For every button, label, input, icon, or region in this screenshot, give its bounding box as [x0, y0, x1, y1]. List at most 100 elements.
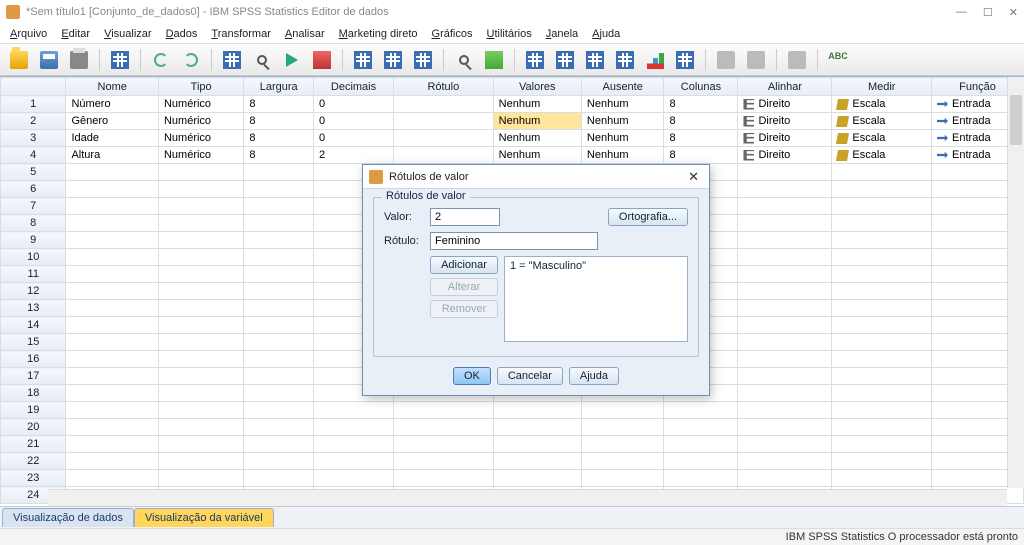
- cell-empty[interactable]: [581, 419, 664, 436]
- table-row[interactable]: 2GêneroNumérico80NenhumNenhum8DireitoEsc…: [1, 113, 1024, 130]
- cell-empty[interactable]: [314, 402, 394, 419]
- cell-tipo[interactable]: Numérico: [158, 96, 243, 113]
- rotulo-input[interactable]: [430, 232, 598, 250]
- col-rótulo[interactable]: Rótulo: [394, 78, 494, 96]
- cell-empty[interactable]: [738, 470, 832, 487]
- cell-empty[interactable]: [66, 198, 159, 215]
- maximize-button[interactable]: ☐: [983, 6, 993, 19]
- row-header[interactable]: 5: [1, 164, 66, 181]
- cell-empty[interactable]: [66, 300, 159, 317]
- add-button[interactable]: Adicionar: [430, 256, 498, 274]
- cell-empty[interactable]: [244, 300, 314, 317]
- cell-empty[interactable]: [832, 164, 932, 181]
- table-row-empty[interactable]: 21: [1, 436, 1024, 453]
- cell-empty[interactable]: [738, 368, 832, 385]
- cell-empty[interactable]: [832, 215, 932, 232]
- cell-empty[interactable]: [244, 181, 314, 198]
- spellcheck-button[interactable]: Ortografia...: [608, 208, 688, 226]
- cell-rotulo[interactable]: [394, 96, 494, 113]
- cell-nome[interactable]: Número: [66, 96, 159, 113]
- menu-arquivo[interactable]: Arquivo: [4, 26, 53, 42]
- cell-empty[interactable]: [664, 419, 738, 436]
- toolbar-grid-button[interactable]: [380, 47, 406, 73]
- cell-empty[interactable]: [158, 334, 243, 351]
- row-header[interactable]: 10: [1, 249, 66, 266]
- cell-empty[interactable]: [244, 232, 314, 249]
- col-largura[interactable]: Largura: [244, 78, 314, 96]
- cell-empty[interactable]: [832, 453, 932, 470]
- cell-empty[interactable]: [314, 470, 394, 487]
- cell-medir[interactable]: Escala: [832, 147, 932, 164]
- cell-empty[interactable]: [581, 453, 664, 470]
- close-button[interactable]: ✕: [1009, 6, 1018, 19]
- cell-empty[interactable]: [66, 453, 159, 470]
- toolbar-generic-button[interactable]: [743, 47, 769, 73]
- toolbar-chart-button[interactable]: [642, 47, 668, 73]
- cell-alinhar[interactable]: Direito: [738, 130, 832, 147]
- toolbar-grid-button[interactable]: [522, 47, 548, 73]
- cell-tipo[interactable]: Numérico: [158, 113, 243, 130]
- col-colunas[interactable]: Colunas: [664, 78, 738, 96]
- row-header[interactable]: 21: [1, 436, 66, 453]
- menu-gráficos[interactable]: Gráficos: [426, 26, 479, 42]
- toolbar-generic-button[interactable]: [713, 47, 739, 73]
- col-decimais[interactable]: Decimais: [314, 78, 394, 96]
- menu-analisar[interactable]: Analisar: [279, 26, 331, 42]
- cell-empty[interactable]: [66, 419, 159, 436]
- cell-empty[interactable]: [314, 453, 394, 470]
- cell-empty[interactable]: [738, 419, 832, 436]
- cell-empty[interactable]: [738, 181, 832, 198]
- cell-empty[interactable]: [244, 266, 314, 283]
- toolbar-abc-button[interactable]: ABC: [825, 47, 851, 73]
- ok-button[interactable]: OK: [453, 367, 491, 385]
- cell-empty[interactable]: [66, 436, 159, 453]
- cell-rotulo[interactable]: [394, 130, 494, 147]
- cell-empty[interactable]: [244, 470, 314, 487]
- row-header[interactable]: 1: [1, 96, 66, 113]
- cell-empty[interactable]: [66, 181, 159, 198]
- cell-ausente[interactable]: Nenhum: [581, 96, 664, 113]
- cell-empty[interactable]: [394, 419, 494, 436]
- row-header[interactable]: 7: [1, 198, 66, 215]
- cell-empty[interactable]: [244, 402, 314, 419]
- row-header[interactable]: 4: [1, 147, 66, 164]
- labels-listbox[interactable]: 1 = "Masculino": [504, 256, 688, 342]
- toolbar-grid-button[interactable]: [672, 47, 698, 73]
- cell-empty[interactable]: [832, 181, 932, 198]
- minimize-button[interactable]: —: [956, 6, 967, 19]
- col-valores[interactable]: Valores: [493, 78, 581, 96]
- cell-decimais[interactable]: 0: [314, 130, 394, 147]
- cell-colunas[interactable]: 8: [664, 96, 738, 113]
- row-header[interactable]: 12: [1, 283, 66, 300]
- cell-empty[interactable]: [66, 215, 159, 232]
- menu-marketing-direto[interactable]: Marketing direto: [333, 26, 424, 42]
- menu-janela[interactable]: Janela: [540, 26, 584, 42]
- valor-input[interactable]: [430, 208, 500, 226]
- toolbar-grid-button[interactable]: [612, 47, 638, 73]
- row-header[interactable]: 8: [1, 215, 66, 232]
- table-row-empty[interactable]: 19: [1, 402, 1024, 419]
- cell-empty[interactable]: [66, 164, 159, 181]
- tab-variable-view[interactable]: Visualização da variável: [134, 508, 274, 527]
- list-item[interactable]: 1 = "Masculino": [510, 260, 682, 272]
- cell-empty[interactable]: [244, 351, 314, 368]
- cell-medir[interactable]: Escala: [832, 130, 932, 147]
- cell-empty[interactable]: [738, 436, 832, 453]
- toolbar-red-button[interactable]: [309, 47, 335, 73]
- toolbar-grid-button[interactable]: [410, 47, 436, 73]
- cell-empty[interactable]: [158, 402, 243, 419]
- cell-empty[interactable]: [244, 419, 314, 436]
- cell-empty[interactable]: [832, 317, 932, 334]
- cell-colunas[interactable]: 8: [664, 130, 738, 147]
- cell-empty[interactable]: [664, 402, 738, 419]
- cell-empty[interactable]: [394, 436, 494, 453]
- row-header[interactable]: 11: [1, 266, 66, 283]
- cell-empty[interactable]: [832, 419, 932, 436]
- cell-empty[interactable]: [244, 436, 314, 453]
- row-header[interactable]: 22: [1, 453, 66, 470]
- cell-colunas[interactable]: 8: [664, 113, 738, 130]
- row-header[interactable]: 9: [1, 232, 66, 249]
- col-ausente[interactable]: Ausente: [581, 78, 664, 96]
- cell-empty[interactable]: [664, 436, 738, 453]
- cell-empty[interactable]: [832, 334, 932, 351]
